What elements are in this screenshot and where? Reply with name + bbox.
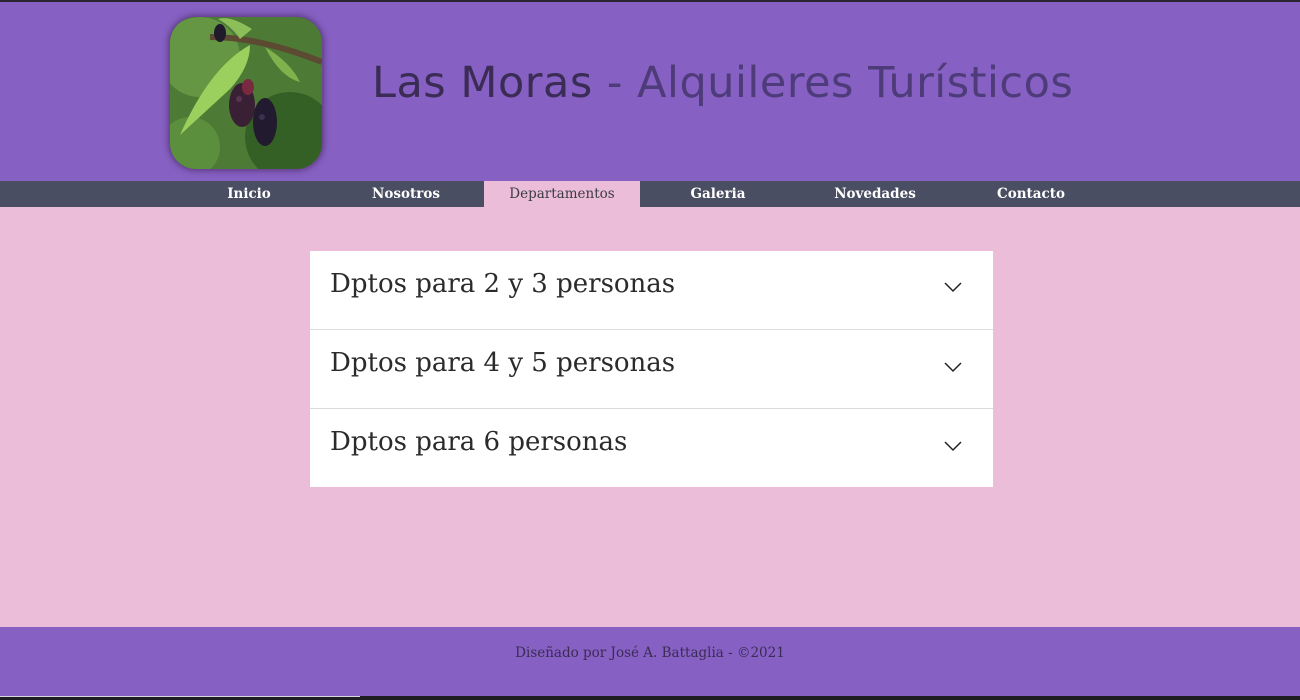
logo-image bbox=[170, 17, 322, 169]
nav-item-inicio[interactable]: Inicio bbox=[171, 181, 327, 207]
accordion-item-6-personas[interactable]: Dptos para 6 personas bbox=[310, 409, 993, 487]
site-title: Las Moras - Alquileres Turísticos bbox=[372, 62, 1073, 105]
main-nav: Inicio Nosotros Departamentos Galeria No… bbox=[0, 181, 1300, 207]
nav-item-contacto[interactable]: Contacto bbox=[953, 181, 1109, 207]
site-title-tagline: Alquileres Turísticos bbox=[637, 58, 1074, 108]
accordion-item-4-5-personas[interactable]: Dptos para 4 y 5 personas bbox=[310, 330, 993, 409]
accordion-item-title: Dptos para 4 y 5 personas bbox=[330, 348, 676, 378]
accordion-item-title: Dptos para 6 personas bbox=[330, 427, 628, 457]
nav-item-departamentos[interactable]: Departamentos bbox=[484, 181, 640, 207]
site-footer: Diseñado por José A. Battaglia - ©2021 bbox=[0, 627, 1300, 697]
accordion-item-2-3-personas[interactable]: Dptos para 2 y 3 personas bbox=[310, 251, 993, 330]
nav-item-nosotros[interactable]: Nosotros bbox=[328, 181, 484, 207]
chevron-down-icon[interactable] bbox=[944, 361, 962, 373]
site-title-brand: Las Moras bbox=[372, 58, 593, 108]
footer-credit: Diseñado por José A. Battaglia - ©2021 bbox=[515, 645, 785, 661]
site-title-separator: - bbox=[592, 58, 638, 108]
site-header: Las Moras - Alquileres Turísticos bbox=[0, 2, 1300, 181]
chevron-down-icon[interactable] bbox=[944, 440, 962, 452]
accordion-item-title: Dptos para 2 y 3 personas bbox=[330, 269, 676, 299]
chevron-down-icon[interactable] bbox=[944, 281, 962, 293]
mulberry-photo-icon bbox=[170, 17, 322, 169]
apartments-accordion: Dptos para 2 y 3 personas Dptos para 4 y… bbox=[310, 251, 993, 487]
nav-item-novedades[interactable]: Novedades bbox=[797, 181, 953, 207]
nav-item-galeria[interactable]: Galeria bbox=[640, 181, 796, 207]
bottom-border bbox=[0, 696, 1300, 700]
